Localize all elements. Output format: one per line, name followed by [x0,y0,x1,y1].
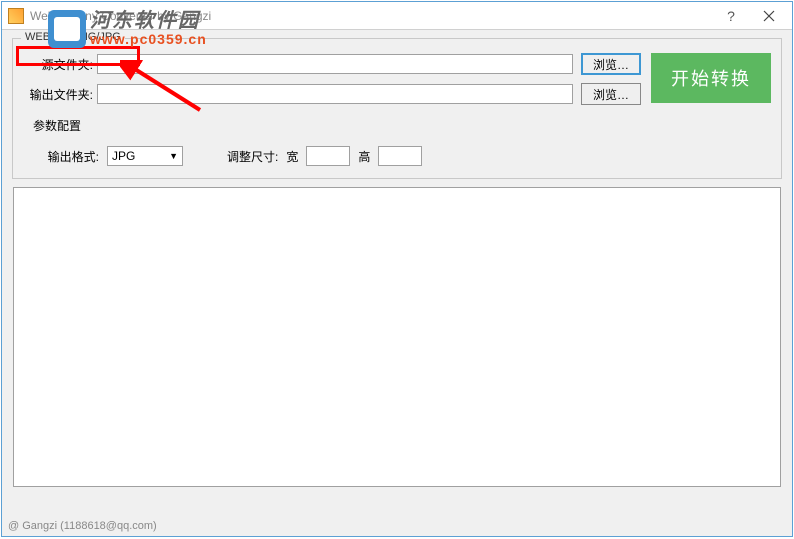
output-input[interactable] [97,84,573,104]
close-icon [763,10,775,22]
app-icon [8,8,24,24]
width-input[interactable] [306,146,350,166]
browse-output-button[interactable]: 浏览… [581,83,641,105]
titlebar: Webp to Any Converter by Gangzi ? [2,2,792,30]
height-label: 高 [358,148,370,165]
output-format-select[interactable]: JPG ▼ [107,146,183,166]
output-row: 输出文件夹: 浏览… [23,83,641,105]
group-legend: WEBP to PNG/JPG [21,31,125,43]
chevron-down-icon: ▼ [169,151,178,161]
outfmt-value: JPG [112,149,135,163]
resize-label: 调整尺寸: [227,148,278,165]
width-label: 宽 [286,148,298,165]
content-area: WEBP to PNG/JPG 源文件夹: 浏览… 输出文件夹: 浏览… 开始转… [2,30,792,495]
source-input[interactable] [97,54,573,74]
outfmt-label: 输出格式: [25,148,99,165]
close-button[interactable] [750,3,788,29]
log-textarea[interactable] [13,187,781,487]
height-input[interactable] [378,146,422,166]
browse-source-button[interactable]: 浏览… [581,53,641,75]
window-title: Webp to Any Converter by Gangzi [30,9,712,23]
help-button[interactable]: ? [712,3,750,29]
params-row: 输出格式: JPG ▼ 调整尺寸: 宽 高 [23,142,771,168]
window-main: Webp to Any Converter by Gangzi ? WEBP t… [1,1,793,537]
start-convert-button[interactable]: 开始转换 [651,53,771,103]
source-row: 源文件夹: 浏览… [23,53,641,75]
params-legend: 参数配置 [33,117,771,134]
conversion-group: WEBP to PNG/JPG 源文件夹: 浏览… 输出文件夹: 浏览… 开始转… [12,38,782,179]
source-label: 源文件夹: [23,56,97,73]
footer-credit: @ Gangzi (1188618@qq.com) [8,520,157,532]
output-label: 输出文件夹: [23,86,97,103]
